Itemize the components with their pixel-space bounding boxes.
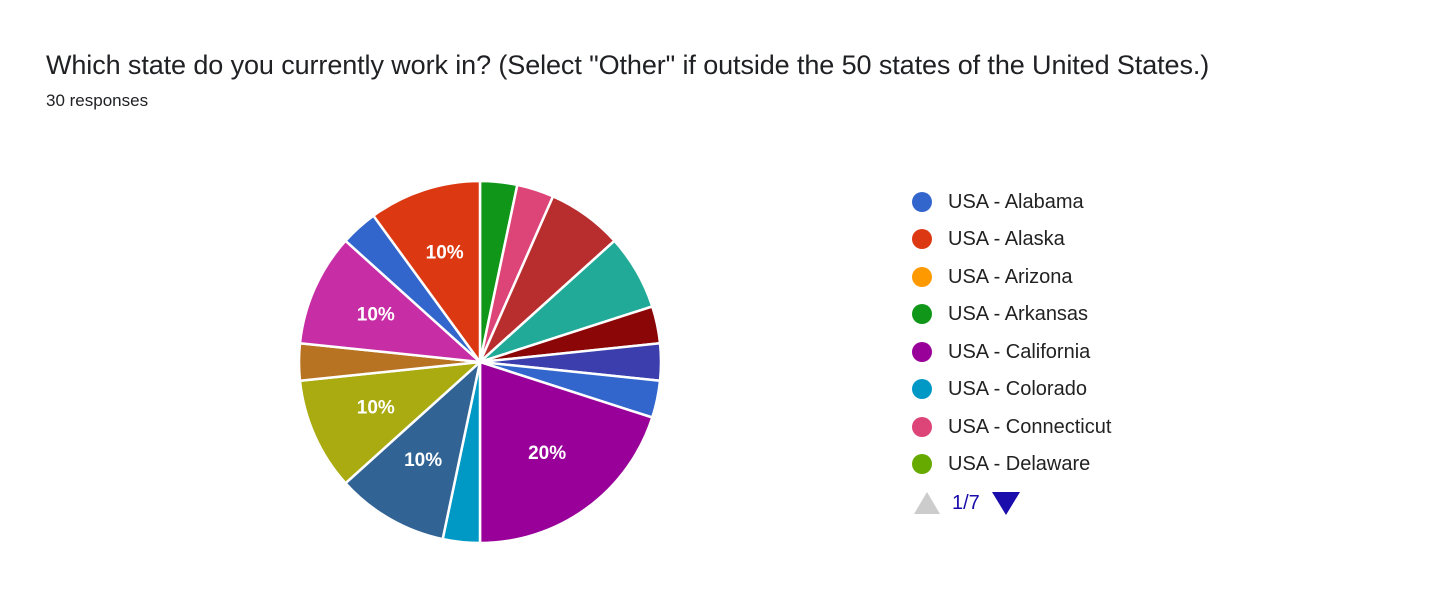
legend-swatch-icon [912,454,932,475]
pie-slice-label: 10% [426,243,464,264]
legend-item[interactable]: USA - Delaware [912,446,1242,484]
legend-item-label: USA - Arizona [948,265,1073,288]
pie-slice-label: 20% [528,443,566,464]
pie-slice-label: 10% [357,397,395,418]
legend-item[interactable]: USA - Colorado [912,371,1242,409]
legend-item-label: USA - Colorado [948,378,1087,401]
legend-item-label: USA - Delaware [948,453,1091,476]
legend-swatch-icon [912,191,932,212]
chart-area: 20% 10% 10% 10% 10% USA - Alabama USA - Alask… [0,150,1456,570]
legend-swatch-icon [912,229,932,250]
legend-item-label: USA - Connecticut [948,415,1112,438]
triangle-up-icon[interactable] [914,492,940,514]
chart-header: Which state do you currently work in? (S… [46,48,1426,113]
legend-item[interactable]: USA - Alaska [912,221,1242,259]
legend-item[interactable]: USA - Connecticut [912,408,1242,446]
legend-swatch-icon [912,416,932,437]
page-title: Which state do you currently work in? (S… [46,50,1210,80]
chart-legend: USA - Alabama USA - Alaska USA - Arizona US… [912,183,1242,483]
triangle-down-icon[interactable] [991,491,1020,515]
pie-slice-group [297,179,663,545]
pie-chart-svg: 20% 10% 10% 10% 10% [297,179,663,545]
legend-swatch-icon [912,266,932,287]
pie-slice-label: 10% [404,450,442,471]
legend-item-label: USA - Arkansas [948,303,1089,326]
response-count: 30 responses [46,91,149,110]
legend-swatch-icon [912,304,932,325]
legend-item[interactable]: USA - Alabama [912,183,1242,221]
legend-item[interactable]: USA - California [912,333,1242,371]
legend-page-count: 1/7 [952,492,980,514]
legend-item-label: USA - Alabama [948,190,1084,213]
legend-item[interactable]: USA - Arizona [912,258,1242,296]
legend-item-label: USA - Alaska [948,228,1065,251]
legend-item-label: USA - California [948,340,1091,363]
legend-swatch-icon [912,379,932,400]
pie-chart: 20% 10% 10% 10% 10% [280,162,680,562]
legend-item[interactable]: USA - Arkansas [912,296,1242,334]
legend-pager: 1/7 [914,488,1020,518]
pie-slice-label: 10% [357,305,395,326]
form-response-chart-page: Which state do you currently work in? (S… [0,0,1456,612]
legend-swatch-icon [912,341,932,362]
